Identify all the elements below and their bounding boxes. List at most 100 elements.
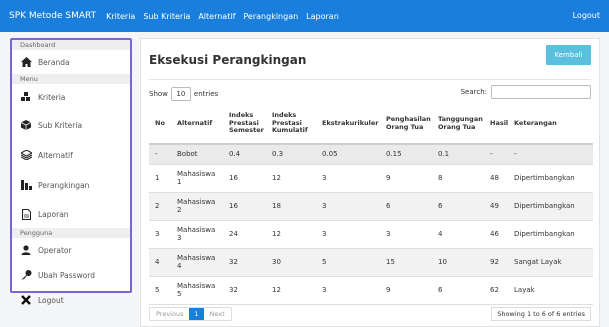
pagination-next[interactable]: Next bbox=[204, 308, 231, 320]
column-header-ips[interactable]: Indeks Prestasi Semester bbox=[223, 104, 266, 145]
nav-alternatif[interactable]: Alternatif bbox=[198, 12, 235, 21]
column-header-hasil[interactable]: Hasil bbox=[484, 104, 508, 145]
brand-link[interactable]: SPK Metode SMART bbox=[9, 11, 96, 21]
table-cell: 3 bbox=[149, 220, 171, 249]
nav-perangkingan[interactable]: Perangkingan bbox=[243, 12, 298, 21]
table-cell: 32 bbox=[223, 276, 266, 305]
sidebar-item-label: Sub Kriteria bbox=[38, 120, 83, 130]
table-cell: 4 bbox=[432, 220, 484, 249]
sidebar-item-label: Perangkingan bbox=[38, 180, 90, 190]
table-cell: 3 bbox=[316, 164, 380, 193]
user-icon bbox=[20, 244, 32, 256]
sidebar-item-operator[interactable]: Operator bbox=[12, 238, 130, 262]
table-cell: 46 bbox=[484, 220, 508, 249]
table-cell: 62 bbox=[484, 276, 508, 305]
column-header-alternatif[interactable]: Alternatif bbox=[171, 104, 223, 145]
column-header-tanggungan[interactable]: Tanggungan Orang Tua bbox=[432, 104, 484, 145]
pagination-previous[interactable]: Previous bbox=[150, 308, 189, 320]
table-cell: 10 bbox=[432, 248, 484, 277]
table-cell: 1 bbox=[149, 164, 171, 193]
table-search: Search: bbox=[461, 85, 591, 99]
table-row: 3 Mahasiswa 3 24 12 3 3 4 46 Dipertimban… bbox=[149, 220, 593, 249]
sidebar-item-perangkingan[interactable]: Perangkingan bbox=[12, 170, 130, 200]
close-icon bbox=[20, 294, 32, 306]
table-cell: Bobot bbox=[171, 144, 223, 165]
search-input[interactable] bbox=[491, 85, 591, 99]
table-cell: 18 bbox=[266, 192, 316, 221]
sidebar: Dashboard Beranda Menu Kriteria Sub Krit… bbox=[10, 38, 132, 305]
table-cell: 16 bbox=[223, 192, 266, 221]
entries-length-control: Show 10 entries bbox=[149, 87, 218, 101]
table-row: 4 Mahasiswa 4 32 30 5 15 10 92 Sangat La… bbox=[149, 248, 593, 277]
nav-laporan[interactable]: Laporan bbox=[306, 12, 339, 21]
sidebar-item-logout[interactable]: Logout bbox=[12, 288, 130, 312]
table-cell: 48 bbox=[484, 164, 508, 193]
table-cell: Dipertimbangkan bbox=[508, 220, 593, 249]
sidebar-item-label: Kriteria bbox=[38, 92, 66, 102]
title-divider bbox=[149, 79, 591, 80]
column-header-no[interactable]: No bbox=[149, 104, 171, 145]
file-icon bbox=[20, 208, 32, 220]
sidebar-item-beranda[interactable]: Beranda bbox=[12, 50, 130, 74]
show-label: Show bbox=[149, 90, 168, 98]
table-cell: 3 bbox=[316, 192, 380, 221]
cubes-icon bbox=[20, 91, 32, 103]
key-icon bbox=[20, 269, 32, 281]
table-cell: - bbox=[508, 144, 593, 165]
top-navbar: SPK Metode SMART Kriteria Sub Kriteria A… bbox=[0, 0, 609, 32]
table-info: Showing 1 to 6 of 6 entries bbox=[491, 307, 591, 321]
table-cell: Mahasiswa 2 bbox=[171, 192, 223, 221]
table-cell: 0.4 bbox=[223, 144, 266, 165]
sidebar-item-label: Ubah Password bbox=[38, 270, 96, 280]
sidebar-item-ubah-password[interactable]: Ubah Password bbox=[12, 262, 130, 288]
sidebar-item-laporan[interactable]: Laporan bbox=[12, 200, 130, 228]
sidebar-section-pengguna: Pengguna bbox=[12, 228, 130, 238]
table-cell: 32 bbox=[223, 248, 266, 277]
table-cell: Mahasiswa 5 bbox=[171, 276, 223, 305]
table-cell: 9 bbox=[380, 164, 432, 193]
sidebar-item-label: Logout bbox=[38, 295, 64, 305]
table-cell: Sangat Layak bbox=[508, 248, 593, 277]
table-cell: 0.3 bbox=[266, 144, 316, 165]
sidebar-item-sub-kriteria[interactable]: Sub Kriteria bbox=[12, 110, 130, 140]
layers-icon bbox=[20, 149, 32, 161]
table-cell: 6 bbox=[380, 192, 432, 221]
entries-label: entries bbox=[193, 90, 219, 98]
sidebar-item-alternatif[interactable]: Alternatif bbox=[12, 140, 130, 170]
table-cell: 6 bbox=[432, 192, 484, 221]
page-title: Eksekusi Perangkingan bbox=[149, 53, 307, 67]
table-cell: 30 bbox=[266, 248, 316, 277]
sidebar-item-label: Beranda bbox=[38, 57, 70, 67]
kembali-button[interactable]: Kembali bbox=[546, 45, 591, 65]
sidebar-item-label: Operator bbox=[38, 245, 72, 255]
main-panel: Eksekusi Perangkingan Kembali Show 10 en… bbox=[140, 38, 600, 327]
table-cell: Mahasiswa 4 bbox=[171, 248, 223, 277]
table-cell: Mahasiswa 1 bbox=[171, 164, 223, 193]
nav-sub-kriteria[interactable]: Sub Kriteria bbox=[143, 12, 190, 21]
table-cell: 3 bbox=[316, 220, 380, 249]
table-cell: 5 bbox=[149, 276, 171, 305]
table-cell: 8 bbox=[432, 164, 484, 193]
table-cell: 5 bbox=[316, 248, 380, 277]
ranking-table: No Alternatif Indeks Prestasi Semester I… bbox=[149, 104, 593, 305]
column-header-keterangan[interactable]: Keterangan bbox=[508, 104, 593, 145]
column-header-ekstrakurikuler[interactable]: Ekstrakurikuler bbox=[316, 104, 380, 145]
nav-logout[interactable]: Logout bbox=[573, 11, 600, 20]
table-cell: 3 bbox=[380, 220, 432, 249]
table-cell: 12 bbox=[266, 276, 316, 305]
sidebar-item-kriteria[interactable]: Kriteria bbox=[12, 84, 130, 110]
home-icon bbox=[20, 56, 32, 68]
entries-select[interactable]: 10 bbox=[170, 87, 191, 101]
column-header-penghasilan[interactable]: Penghasilan Orang Tua bbox=[380, 104, 432, 145]
table-cell: Layak bbox=[508, 276, 593, 305]
column-header-ipk[interactable]: Indeks Prestasi Kumulatif bbox=[266, 104, 316, 145]
pagination-page-1[interactable]: 1 bbox=[189, 308, 204, 320]
table-cell: 15 bbox=[380, 248, 432, 277]
table-cell: 9 bbox=[380, 276, 432, 305]
search-label: Search: bbox=[460, 88, 487, 96]
pagination: Previous 1 Next bbox=[149, 307, 232, 321]
table-cell: 12 bbox=[266, 164, 316, 193]
nav-kriteria[interactable]: Kriteria bbox=[106, 12, 135, 21]
table-cell: 6 bbox=[432, 276, 484, 305]
table-cell: 0.1 bbox=[432, 144, 484, 165]
